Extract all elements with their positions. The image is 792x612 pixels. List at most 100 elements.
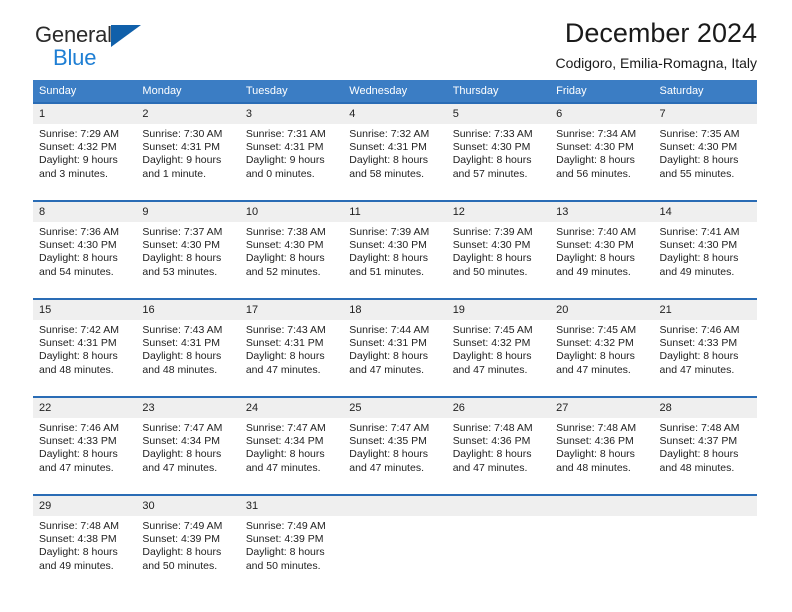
daylight-text-line1: Daylight: 8 hours bbox=[245, 252, 325, 265]
daylight-text-line1: Daylight: 8 hours bbox=[556, 154, 635, 167]
daylight-text-line1: Daylight: 8 hours bbox=[245, 546, 325, 559]
daylight-text-line2: and 1 minute. bbox=[142, 167, 207, 180]
calendar-day-cell-empty bbox=[653, 494, 757, 585]
daylight-text-line2: and 48 minutes. bbox=[142, 363, 218, 376]
day-details: Sunrise: 7:30 AM Sunset: 4:31 PM Daylight:… bbox=[136, 124, 239, 181]
daylight-text-line1: Daylight: 8 hours bbox=[142, 448, 222, 461]
calendar-day-cell[interactable]: 31 Sunrise: 7:49 AM Sunset: 4:39 PM Dayligh… bbox=[239, 494, 344, 585]
calendar-week-row: 15 Sunrise: 7:42 AM Sunset: 4:31 PM Dayligh… bbox=[33, 298, 757, 389]
day-details: Sunrise: 7:37 AM Sunset: 4:30 PM Daylight:… bbox=[136, 222, 239, 279]
calendar-day-cell[interactable]: 24 Sunrise: 7:47 AM Sunset: 4:34 PM Dayligh… bbox=[239, 396, 344, 487]
sunrise-text: Sunrise: 7:47 AM bbox=[245, 422, 326, 434]
daylight-text-line2: and 57 minutes. bbox=[452, 167, 528, 180]
calendar-day-cell[interactable]: 1 Sunrise: 7:29 AM Sunset: 4:32 PM Daylight… bbox=[33, 102, 137, 193]
day-details: Sunrise: 7:45 AM Sunset: 4:32 PM Daylight:… bbox=[447, 320, 550, 377]
daylight-text-line2: and 54 minutes. bbox=[39, 265, 114, 278]
week-spacer bbox=[33, 487, 757, 495]
week-spacer bbox=[33, 291, 757, 299]
calendar-day-cell[interactable]: 4 Sunrise: 7:32 AM Sunset: 4:31 PM Daylight… bbox=[343, 102, 447, 193]
calendar-day-cell[interactable]: 2 Sunrise: 7:30 AM Sunset: 4:31 PM Daylight… bbox=[136, 102, 240, 193]
calendar-day-cell[interactable]: 7 Sunrise: 7:35 AM Sunset: 4:30 PM Daylight… bbox=[653, 102, 757, 193]
calendar-day-cell[interactable]: 23 Sunrise: 7:47 AM Sunset: 4:34 PM Dayligh… bbox=[136, 396, 240, 487]
sunset-text: Sunset: 4:31 PM bbox=[142, 337, 221, 350]
calendar-day-cell[interactable]: 21 Sunrise: 7:46 AM Sunset: 4:33 PM Dayligh… bbox=[653, 298, 757, 389]
sunset-text: Sunset: 4:31 PM bbox=[245, 141, 324, 154]
day-details: Sunrise: 7:41 AM Sunset: 4:30 PM Daylight:… bbox=[654, 222, 757, 279]
calendar-day-cell[interactable]: 22 Sunrise: 7:46 AM Sunset: 4:33 PM Dayligh… bbox=[33, 396, 137, 487]
calendar-day-cell[interactable]: 15 Sunrise: 7:42 AM Sunset: 4:31 PM Dayligh… bbox=[33, 298, 137, 389]
calendar-day-cell[interactable]: 27 Sunrise: 7:48 AM Sunset: 4:36 PM Dayligh… bbox=[550, 396, 654, 487]
day-number: 10 bbox=[239, 202, 344, 222]
blue-triangle-icon bbox=[111, 25, 141, 47]
sunset-text: Sunset: 4:30 PM bbox=[349, 239, 427, 252]
day-details: Sunrise: 7:48 AM Sunset: 4:37 PM Daylight:… bbox=[654, 418, 757, 475]
calendar-header-row: Sunday Monday Tuesday Wednesday Thursday… bbox=[33, 80, 757, 103]
day-number: 5 bbox=[446, 104, 551, 124]
sunrise-text: Sunrise: 7:47 AM bbox=[349, 422, 430, 434]
calendar-day-cell[interactable]: 30 Sunrise: 7:49 AM Sunset: 4:39 PM Dayligh… bbox=[136, 494, 240, 585]
daylight-text-line2: and 3 minutes. bbox=[39, 167, 108, 180]
calendar-day-cell[interactable]: 14 Sunrise: 7:41 AM Sunset: 4:30 PM Dayligh… bbox=[653, 200, 757, 291]
day-details: Sunrise: 7:43 AM Sunset: 4:31 PM Daylight:… bbox=[240, 320, 343, 377]
day-details: Sunrise: 7:43 AM Sunset: 4:31 PM Daylight:… bbox=[136, 320, 239, 377]
day-details: Sunrise: 7:47 AM Sunset: 4:34 PM Daylight:… bbox=[240, 418, 343, 475]
sunset-text: Sunset: 4:30 PM bbox=[452, 239, 531, 252]
page-header: General Blue December 2024 Codigoro, Emi… bbox=[33, 0, 757, 72]
calendar-day-cell[interactable]: 5 Sunrise: 7:33 AM Sunset: 4:30 PM Daylight… bbox=[446, 102, 551, 193]
daylight-text-line2: and 52 minutes. bbox=[245, 265, 321, 278]
page-title: December 2024 bbox=[564, 18, 757, 48]
calendar-day-cell[interactable]: 6 Sunrise: 7:34 AM Sunset: 4:30 PM Daylight… bbox=[550, 102, 654, 193]
sunset-text: Sunset: 4:36 PM bbox=[556, 435, 634, 448]
day-number: 16 bbox=[136, 300, 240, 320]
daylight-text-line2: and 47 minutes. bbox=[659, 363, 735, 376]
daylight-text-line2: and 56 minutes. bbox=[556, 167, 631, 180]
calendar-day-cell[interactable]: 10 Sunrise: 7:38 AM Sunset: 4:30 PM Dayligh… bbox=[239, 200, 344, 291]
calendar-day-cell[interactable]: 26 Sunrise: 7:48 AM Sunset: 4:36 PM Dayligh… bbox=[446, 396, 551, 487]
sunset-text: Sunset: 4:30 PM bbox=[556, 239, 634, 252]
calendar-day-cell[interactable]: 9 Sunrise: 7:37 AM Sunset: 4:30 PM Daylight… bbox=[136, 200, 240, 291]
calendar-day-cell[interactable]: 18 Sunrise: 7:44 AM Sunset: 4:31 PM Dayligh… bbox=[343, 298, 447, 389]
calendar-day-cell[interactable]: 29 Sunrise: 7:48 AM Sunset: 4:38 PM Dayligh… bbox=[33, 494, 137, 585]
calendar-day-cell[interactable]: 3 Sunrise: 7:31 AM Sunset: 4:31 PM Daylight… bbox=[239, 102, 344, 193]
daylight-text-line2: and 47 minutes. bbox=[452, 363, 528, 376]
calendar-day-cell-empty bbox=[343, 494, 447, 585]
sunset-text: Sunset: 4:32 PM bbox=[556, 337, 634, 350]
calendar-day-cell[interactable]: 19 Sunrise: 7:45 AM Sunset: 4:32 PM Dayligh… bbox=[446, 298, 551, 389]
sunset-text: Sunset: 4:31 PM bbox=[349, 337, 427, 350]
calendar-day-cell[interactable]: 25 Sunrise: 7:47 AM Sunset: 4:35 PM Dayligh… bbox=[343, 396, 447, 487]
generalblue-logo[interactable]: General Blue bbox=[35, 24, 155, 72]
day-number bbox=[343, 496, 447, 516]
calendar-day-cell[interactable]: 17 Sunrise: 7:43 AM Sunset: 4:31 PM Dayligh… bbox=[239, 298, 344, 389]
weekday-header-tuesday: Tuesday bbox=[239, 80, 344, 103]
day-details: Sunrise: 7:36 AM Sunset: 4:30 PM Daylight:… bbox=[33, 222, 136, 279]
day-details: Sunrise: 7:39 AM Sunset: 4:30 PM Daylight:… bbox=[447, 222, 550, 279]
calendar-day-cell-empty bbox=[550, 494, 654, 585]
daylight-text-line2: and 53 minutes. bbox=[142, 265, 218, 278]
calendar-day-cell[interactable]: 8 Sunrise: 7:36 AM Sunset: 4:30 PM Daylight… bbox=[33, 200, 137, 291]
sunset-text: Sunset: 4:30 PM bbox=[39, 239, 117, 252]
day-details: Sunrise: 7:47 AM Sunset: 4:35 PM Daylight:… bbox=[343, 418, 446, 475]
week-spacer-cell bbox=[33, 487, 757, 495]
sunrise-text: Sunrise: 7:34 AM bbox=[556, 128, 637, 140]
day-number: 7 bbox=[653, 104, 757, 124]
calendar-day-cell[interactable]: 11 Sunrise: 7:39 AM Sunset: 4:30 PM Dayligh… bbox=[343, 200, 447, 291]
day-details: Sunrise: 7:48 AM Sunset: 4:36 PM Daylight:… bbox=[447, 418, 550, 475]
sunrise-text: Sunrise: 7:46 AM bbox=[659, 324, 740, 336]
day-number: 3 bbox=[239, 104, 344, 124]
sunset-text: Sunset: 4:33 PM bbox=[659, 337, 738, 350]
calendar-day-cell[interactable]: 28 Sunrise: 7:48 AM Sunset: 4:37 PM Dayligh… bbox=[653, 396, 757, 487]
calendar-day-cell[interactable]: 13 Sunrise: 7:40 AM Sunset: 4:30 PM Dayligh… bbox=[550, 200, 654, 291]
daylight-text-line2: and 50 minutes. bbox=[142, 559, 218, 572]
sunrise-text: Sunrise: 7:37 AM bbox=[142, 226, 223, 238]
sunrise-text: Sunrise: 7:36 AM bbox=[39, 226, 119, 238]
sunset-text: Sunset: 4:37 PM bbox=[659, 435, 738, 448]
day-number: 9 bbox=[136, 202, 240, 222]
calendar-day-cell[interactable]: 12 Sunrise: 7:39 AM Sunset: 4:30 PM Dayligh… bbox=[446, 200, 551, 291]
sunrise-text: Sunrise: 7:48 AM bbox=[39, 520, 119, 532]
sunset-text: Sunset: 4:39 PM bbox=[142, 533, 221, 546]
calendar-day-cell[interactable]: 16 Sunrise: 7:43 AM Sunset: 4:31 PM Dayligh… bbox=[136, 298, 240, 389]
daylight-text-line2: and 48 minutes. bbox=[659, 461, 735, 474]
daylight-text-line1: Daylight: 9 hours bbox=[245, 154, 325, 167]
calendar-day-cell[interactable]: 20 Sunrise: 7:45 AM Sunset: 4:32 PM Dayligh… bbox=[550, 298, 654, 389]
day-details: Sunrise: 7:32 AM Sunset: 4:31 PM Daylight:… bbox=[343, 124, 446, 181]
